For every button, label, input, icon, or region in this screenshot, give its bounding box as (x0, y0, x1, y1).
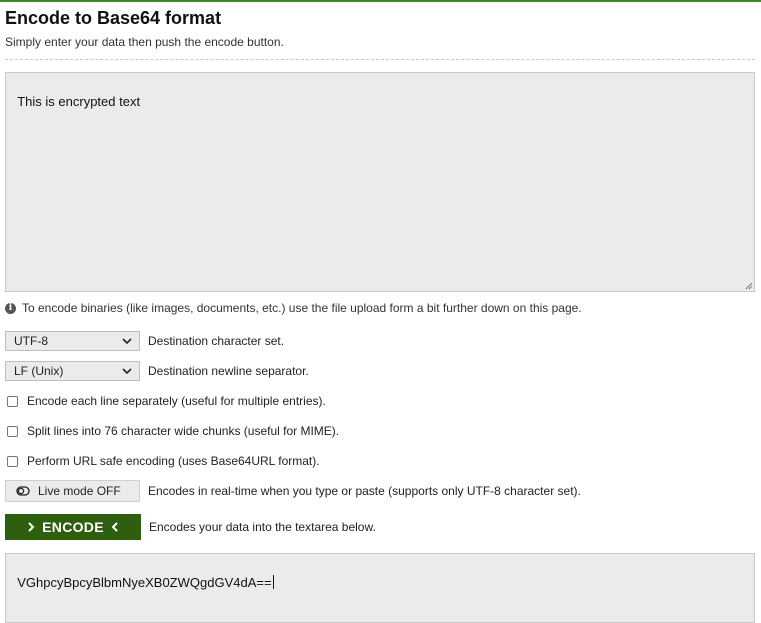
page-subtitle: Simply enter your data then push the enc… (5, 35, 284, 49)
url-safe-label[interactable]: Perform URL safe encoding (uses Base64UR… (27, 454, 320, 468)
encode-label: Encodes your data into the textarea belo… (149, 520, 376, 534)
split-lines-label[interactable]: Split lines into 76 character wide chunk… (27, 424, 339, 438)
charset-label: Destination character set. (148, 334, 285, 348)
newline-label: Destination newline separator. (148, 364, 309, 378)
newline-selected: LF (Unix) (14, 364, 64, 378)
input-textarea[interactable]: This is encrypted text (5, 72, 755, 292)
url-safe-checkbox[interactable] (7, 455, 18, 467)
input-text: This is encrypted text (17, 94, 141, 109)
each-line-checkbox[interactable] (7, 395, 18, 407)
toggle-off-icon (16, 486, 30, 496)
encode-row: ENCODE Encodes your data into the textar… (5, 514, 376, 540)
charset-row: UTF-8 Destination character set. (5, 331, 284, 351)
newline-select[interactable]: LF (Unix) (5, 361, 140, 381)
live-mode-button-label: Live mode OFF (38, 484, 121, 498)
chevron-right-icon (28, 522, 35, 532)
output-text: VGhpcyBpcyBlbmNyeXB0ZWQgdGV4dA== (17, 575, 272, 590)
page-title: Encode to Base64 format (5, 8, 222, 28)
info-text: To encode binaries (like images, documen… (22, 301, 582, 315)
info-note: i To encode binaries (like images, docum… (5, 301, 582, 315)
newline-row: LF (Unix) Destination newline separator. (5, 361, 309, 381)
live-mode-label: Encodes in real-time when you type or pa… (148, 484, 581, 498)
url-safe-row: Perform URL safe encoding (uses Base64UR… (5, 454, 320, 468)
chevron-down-icon (122, 368, 132, 375)
each-line-row: Encode each line separately (useful for … (5, 394, 326, 408)
divider (5, 59, 755, 60)
chevron-left-icon (111, 522, 118, 532)
chevron-down-icon (122, 338, 132, 345)
split-lines-checkbox[interactable] (7, 425, 18, 437)
encode-button[interactable]: ENCODE (5, 514, 141, 540)
info-icon: i (5, 302, 16, 314)
output-textarea[interactable]: VGhpcyBpcyBlbmNyeXB0ZWQgdGV4dA== (5, 553, 755, 623)
top-accent-bar (0, 0, 761, 2)
resize-handle-icon[interactable] (745, 282, 753, 290)
split-lines-row: Split lines into 76 character wide chunk… (5, 424, 339, 438)
encode-button-label: ENCODE (42, 519, 104, 535)
live-mode-row: Live mode OFF Encodes in real-time when … (5, 480, 581, 502)
text-cursor (272, 575, 274, 589)
charset-select[interactable]: UTF-8 (5, 331, 140, 351)
live-mode-button[interactable]: Live mode OFF (5, 480, 140, 502)
each-line-label[interactable]: Encode each line separately (useful for … (27, 394, 326, 408)
charset-selected: UTF-8 (14, 334, 48, 348)
